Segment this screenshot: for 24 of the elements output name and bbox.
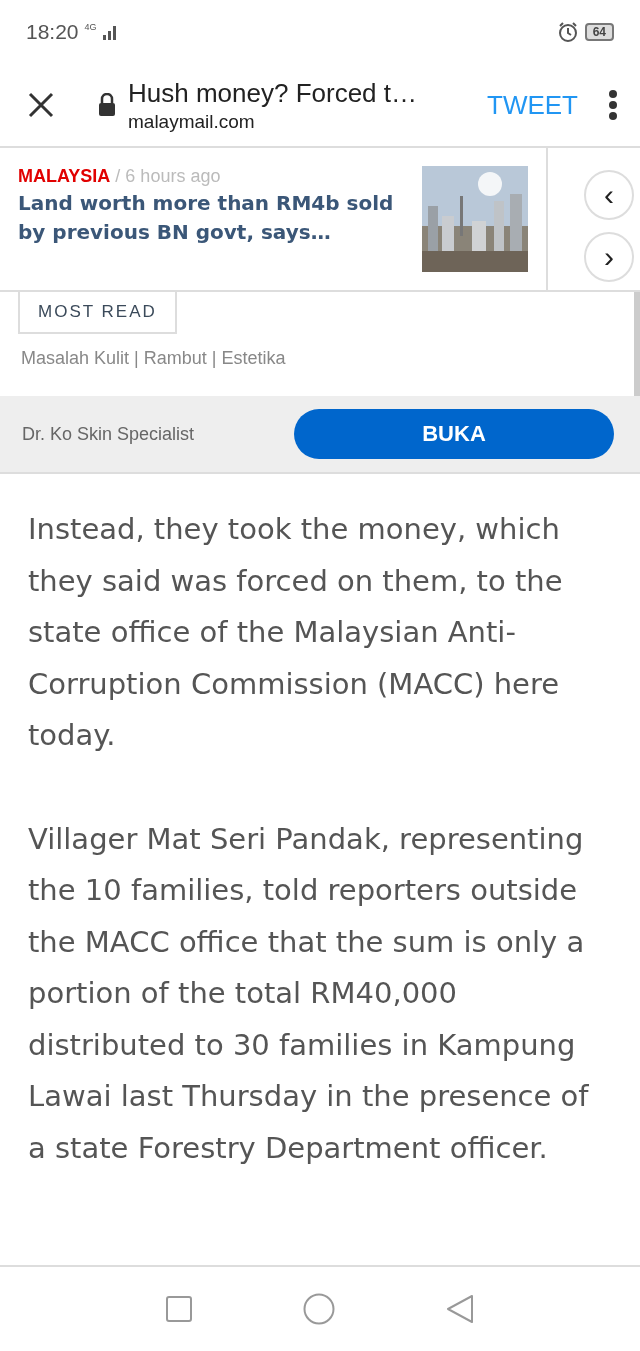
ad-tagline: Masalah Kulit | Rambut | Estetika [21, 348, 287, 369]
advertiser-name: Dr. Ko Skin Specialist [22, 423, 195, 445]
more-icon[interactable] [608, 90, 618, 120]
close-icon[interactable] [28, 92, 54, 118]
news-category[interactable]: MALAYSIA [18, 166, 111, 187]
status-time: 18:20 [26, 20, 79, 44]
article-paragraph: Villager Mat Seri Pandak, representing the 10 families, told reporters outside the MACC office that the sum is only a portion of the total RM40,000 distributed to 30 families in Kampung Lawai last Thursday in the presence of a state Forestry Department officer. [28, 820, 590, 1167]
page-domain: malaymail.com [128, 110, 256, 133]
most-read-tab[interactable]: MOST READ [18, 292, 177, 334]
previous-button[interactable]: ‹ [584, 170, 634, 220]
network-type: 4G [84, 22, 97, 32]
open-button[interactable]: BUKA [294, 409, 614, 459]
lock-icon [98, 93, 116, 117]
home-icon[interactable] [303, 1293, 335, 1325]
recents-icon[interactable] [165, 1296, 192, 1322]
next-button[interactable]: › [584, 232, 634, 282]
alarm-icon [556, 21, 579, 43]
article-paragraph: Instead, they took the money, which they said was forced on them, to the state office of the Malaysian Anti-Corruption Commission (MACC) here today. [28, 511, 564, 754]
page-title: Hush money? Forced t… [128, 77, 418, 109]
back-icon[interactable] [446, 1294, 475, 1324]
signal-icon [102, 24, 119, 40]
battery-level: 64 [584, 23, 614, 41]
news-age: / 6 hours ago [115, 166, 221, 187]
news-headline[interactable]: Land worth more than RM4b sold by previous BN govt, says… [18, 189, 406, 247]
